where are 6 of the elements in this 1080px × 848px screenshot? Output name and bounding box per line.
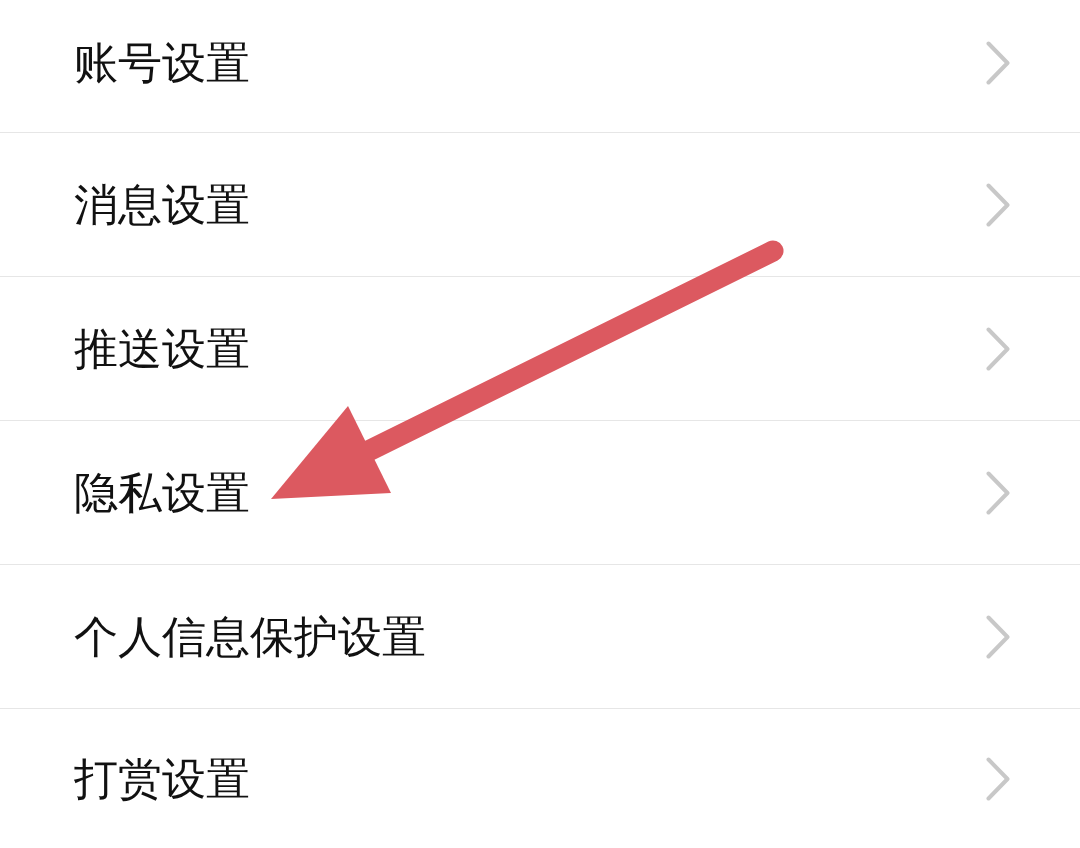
chevron-right-icon — [986, 41, 1010, 85]
chevron-right-icon — [986, 756, 1010, 801]
chevron-right-icon — [986, 182, 1010, 227]
chevron-right-icon — [986, 470, 1010, 515]
chevron-right-icon — [986, 326, 1010, 371]
chevron-right-icon — [986, 614, 1010, 659]
